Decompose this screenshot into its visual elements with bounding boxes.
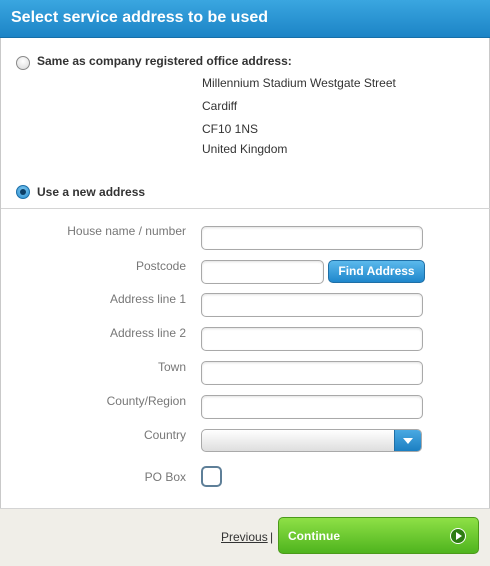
house-label: House name / number [67, 224, 186, 238]
new-address-label: Use a new address [37, 185, 146, 199]
service-address-panel: Select service address to be used Same a… [0, 0, 490, 566]
registered-address-line-2: Cardiff [202, 99, 238, 113]
country-label: Country [143, 428, 186, 442]
footer-separator: | [270, 530, 274, 544]
panel-header: Select service address to be used [0, 0, 490, 38]
address-line-2-input[interactable] [201, 327, 423, 351]
arrow-right-icon [450, 528, 466, 544]
county-label: County/Region [106, 394, 186, 408]
po-box-checkbox[interactable] [201, 466, 222, 487]
town-label: Town [157, 360, 186, 374]
registered-address-line-1: Millennium Stadium Westgate Street [202, 76, 396, 90]
section-divider [1, 208, 490, 209]
address-line-1-label: Address line 1 [109, 292, 186, 306]
county-input[interactable] [201, 395, 423, 419]
previous-link[interactable]: Previous [221, 530, 268, 544]
house-input[interactable] [201, 226, 423, 250]
radio-registered-office[interactable] [16, 56, 30, 70]
registered-office-label: Same as company registered office addres… [37, 54, 292, 68]
registered-address-line-3: CF10 1NS [202, 122, 259, 136]
postcode-input[interactable] [201, 260, 324, 284]
find-address-button[interactable]: Find Address [328, 260, 425, 283]
address-line-2-label: Address line 2 [109, 326, 186, 340]
chevron-down-icon[interactable] [394, 430, 421, 451]
registered-address-line-4: United Kingdom [202, 142, 288, 156]
continue-label: Continue [288, 529, 340, 543]
panel-title: Select service address to be used [11, 9, 269, 26]
address-line-1-input[interactable] [201, 293, 423, 317]
town-input[interactable] [201, 361, 423, 385]
po-box-label: PO Box [144, 470, 186, 484]
continue-button[interactable]: Continue [278, 517, 479, 554]
country-select[interactable] [201, 429, 422, 452]
postcode-label: Postcode [135, 259, 186, 273]
radio-new-address[interactable] [16, 185, 30, 199]
